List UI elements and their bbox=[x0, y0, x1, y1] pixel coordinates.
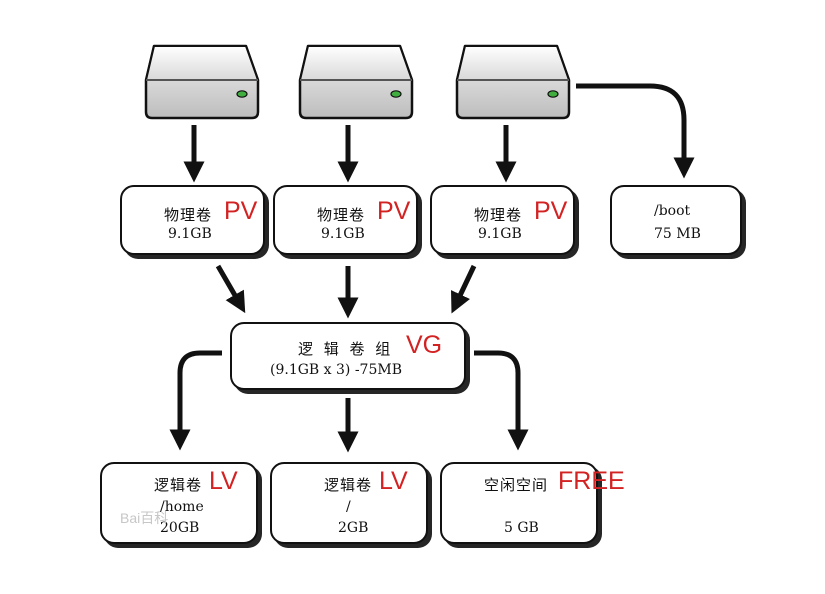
hard-disk-icon-1 bbox=[144, 44, 260, 120]
arrow-pv3-to-vg bbox=[451, 264, 477, 314]
vg-label: 逻 辑 卷 组 bbox=[298, 340, 394, 358]
pv-box-2: 物理卷 PV 9.1GB bbox=[273, 185, 418, 255]
boot-size: 75 MB bbox=[654, 226, 701, 242]
pv-tag: PV bbox=[377, 197, 411, 225]
free-label: 空闲空间 bbox=[484, 476, 549, 494]
pv-box-1: 物理卷 PV 9.1GB bbox=[120, 185, 265, 255]
pv-box-3: 物理卷 PV 9.1GB bbox=[430, 185, 575, 255]
free-box: 空闲空间 FREE 5 GB bbox=[440, 462, 625, 544]
arrow-vg-to-free bbox=[474, 350, 529, 451]
arrow-vg-to-lv-home bbox=[169, 350, 222, 451]
hard-disk-icon-3 bbox=[455, 44, 571, 120]
lv-label: 逻辑卷 bbox=[324, 476, 373, 494]
boot-box: /boot 75 MB bbox=[610, 185, 742, 255]
lv-label: 逻辑卷 bbox=[154, 476, 203, 494]
pv-label: 物理卷 bbox=[474, 206, 523, 224]
lv-box-home: 逻辑卷 LV /home 20GB Bai百科 bbox=[100, 462, 258, 544]
arrow-pv1-to-vg bbox=[215, 264, 246, 314]
pv-label: 物理卷 bbox=[164, 206, 213, 224]
boot-path: /boot bbox=[654, 203, 691, 219]
free-size: 5 GB bbox=[504, 520, 539, 536]
free-tag: FREE bbox=[558, 467, 625, 495]
pv-size: 9.1GB bbox=[478, 226, 522, 242]
pv-size: 9.1GB bbox=[168, 226, 212, 242]
pv-tag: PV bbox=[534, 197, 568, 225]
lv-tag: LV bbox=[209, 467, 238, 495]
arrow-disk3-to-boot bbox=[576, 83, 695, 179]
vg-box: 逻 辑 卷 组 VG (9.1GB x 3) -75MB bbox=[230, 322, 466, 390]
lv-box-root: 逻辑卷 LV / 2GB bbox=[270, 462, 428, 544]
hard-disk-icon-2 bbox=[298, 44, 414, 120]
lv-mount: / bbox=[346, 499, 351, 515]
pv-label: 物理卷 bbox=[317, 206, 366, 224]
pv-tag: PV bbox=[224, 197, 258, 225]
lv-size: 2GB bbox=[338, 520, 369, 536]
lv-tag: LV bbox=[379, 467, 408, 495]
pv-size: 9.1GB bbox=[321, 226, 365, 242]
watermark: Bai百科 bbox=[120, 510, 169, 526]
vg-tag: VG bbox=[406, 331, 443, 359]
vg-size: (9.1GB x 3) -75MB bbox=[270, 362, 402, 378]
